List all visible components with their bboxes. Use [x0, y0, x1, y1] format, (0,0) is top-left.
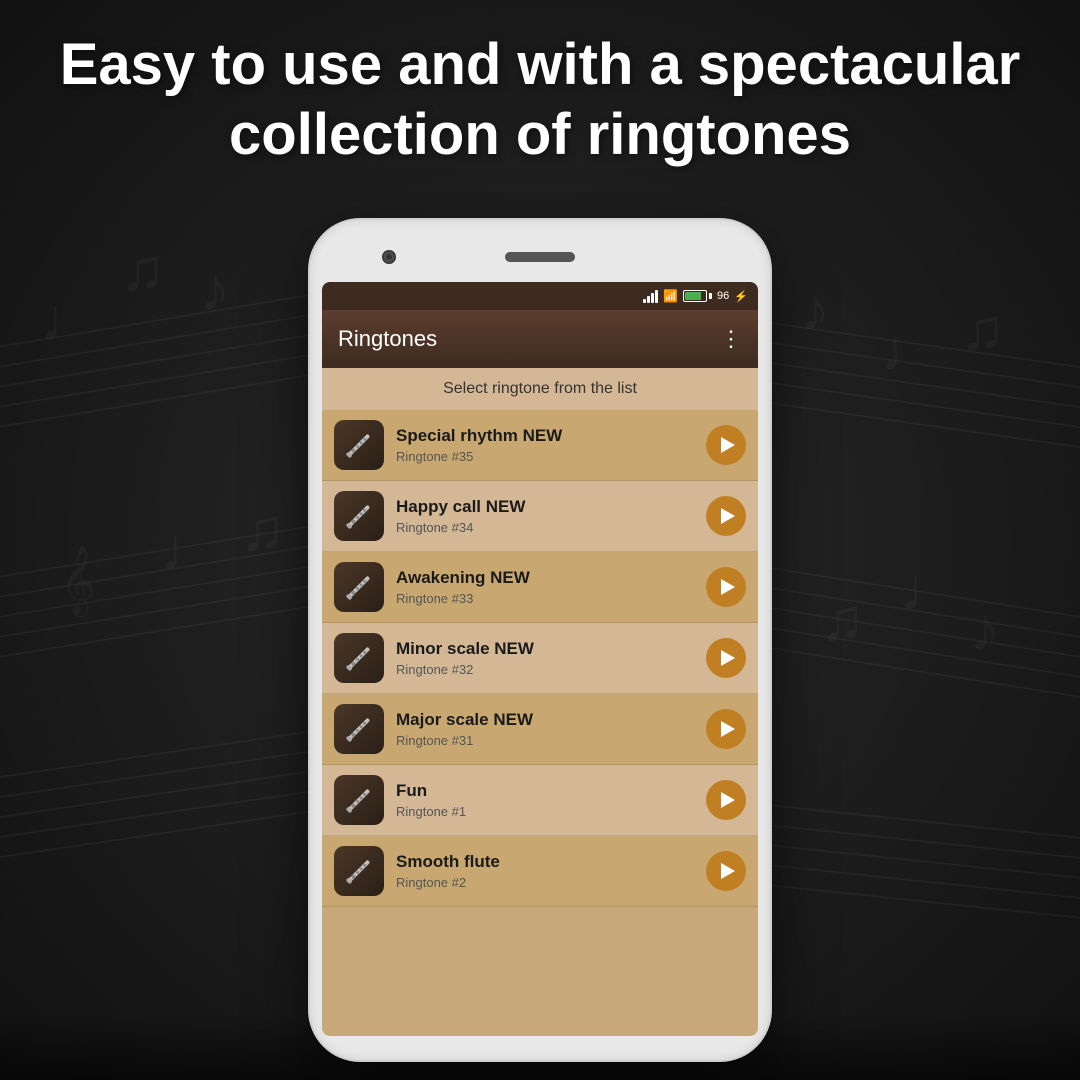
play-button[interactable] [706, 780, 746, 820]
ringtone-info: Major scale NEW Ringtone #31 [396, 710, 694, 748]
play-triangle-icon [721, 508, 735, 524]
play-button[interactable] [706, 851, 746, 891]
ringtone-item[interactable]: Minor scale NEW Ringtone #32 [322, 623, 758, 694]
signal-bars-icon [643, 289, 658, 303]
ringtone-number: Ringtone #2 [396, 875, 694, 890]
ringtone-name: Fun [396, 781, 694, 801]
ringtone-icon [334, 846, 384, 896]
svg-text:♫: ♫ [240, 497, 285, 563]
ringtone-number: Ringtone #32 [396, 662, 694, 677]
play-button[interactable] [706, 709, 746, 749]
ringtone-number: Ringtone #33 [396, 591, 694, 606]
ringtone-item[interactable]: Special rhythm NEW Ringtone #35 [322, 410, 758, 481]
ringtone-item[interactable]: Awakening NEW Ringtone #33 [322, 552, 758, 623]
ringtone-item[interactable]: Happy call NEW Ringtone #34 [322, 481, 758, 552]
svg-text:♪: ♪ [800, 277, 830, 343]
play-triangle-icon [721, 721, 735, 737]
svg-text:♪: ♪ [970, 597, 1000, 663]
play-button[interactable] [706, 567, 746, 607]
ringtone-info: Special rhythm NEW Ringtone #35 [396, 426, 694, 464]
ringtone-name: Awakening NEW [396, 568, 694, 588]
phone-speaker [505, 252, 575, 262]
ringtone-number: Ringtone #35 [396, 449, 694, 464]
ringtone-number: Ringtone #31 [396, 733, 694, 748]
battery-fill [685, 292, 701, 300]
charging-icon: ⚡ [734, 290, 748, 303]
ringtone-number: Ringtone #34 [396, 520, 694, 535]
ringtone-item[interactable]: Major scale NEW Ringtone #31 [322, 694, 758, 765]
svg-text:𝄞: 𝄞 [60, 546, 95, 617]
play-triangle-icon [721, 863, 735, 879]
ringtone-icon [334, 633, 384, 683]
svg-text:♫: ♫ [960, 297, 1005, 363]
ringtone-name: Minor scale NEW [396, 639, 694, 659]
wifi-icon: 📶 [663, 289, 678, 303]
phone-screen: 📶 96 ⚡ Ringtones ⋮ Select ringtone [322, 282, 758, 1036]
ringtone-info: Minor scale NEW Ringtone #32 [396, 639, 694, 677]
play-triangle-icon [721, 437, 735, 453]
phone-top [322, 232, 758, 282]
ringtone-icon [334, 704, 384, 754]
status-icons: 📶 96 ⚡ [643, 289, 748, 303]
ringtone-info: Fun Ringtone #1 [396, 781, 694, 819]
svg-text:♩: ♩ [40, 287, 100, 353]
list-subtitle: Select ringtone from the list [322, 368, 758, 410]
app-title: Ringtones [338, 326, 437, 352]
ringtone-name: Major scale NEW [396, 710, 694, 730]
phone-camera [382, 250, 396, 264]
app-bar: Ringtones ⋮ [322, 310, 758, 368]
signal-bar-1 [643, 299, 646, 303]
ringtone-name: Smooth flute [396, 852, 694, 872]
svg-text:♩: ♩ [160, 517, 220, 583]
ringtone-info: Happy call NEW Ringtone #34 [396, 497, 694, 535]
play-triangle-icon [721, 792, 735, 808]
play-triangle-icon [721, 579, 735, 595]
phone-body: 📶 96 ⚡ Ringtones ⋮ Select ringtone [310, 220, 770, 1060]
ringtone-name: Special rhythm NEW [396, 426, 694, 446]
svg-text:♫: ♫ [820, 587, 865, 653]
status-bar: 📶 96 ⚡ [322, 282, 758, 310]
play-button[interactable] [706, 638, 746, 678]
ringtone-icon [334, 775, 384, 825]
play-button[interactable] [706, 425, 746, 465]
battery-percent: 96 [717, 290, 729, 302]
header-line2: collection of ringtones [40, 100, 1040, 170]
signal-bar-4 [655, 290, 658, 303]
ringtone-name: Happy call NEW [396, 497, 694, 517]
ringtone-info: Smooth flute Ringtone #2 [396, 852, 694, 890]
ringtone-info: Awakening NEW Ringtone #33 [396, 568, 694, 606]
signal-bar-3 [651, 293, 654, 303]
ringtone-icon [334, 491, 384, 541]
svg-text:♫: ♫ [120, 237, 165, 303]
play-triangle-icon [721, 650, 735, 666]
header-text: Easy to use and with a spectacular colle… [0, 30, 1080, 169]
phone-mockup: 📶 96 ⚡ Ringtones ⋮ Select ringtone [310, 220, 770, 1060]
play-button[interactable] [706, 496, 746, 536]
ringtone-number: Ringtone #1 [396, 804, 694, 819]
ringtone-list: Special rhythm NEW Ringtone #35 [322, 410, 758, 907]
header-line1: Easy to use and with a spectacular [40, 30, 1040, 100]
svg-text:♪: ♪ [200, 257, 230, 323]
battery-tip [709, 293, 712, 299]
ringtone-icon [334, 420, 384, 470]
overflow-menu-button[interactable]: ⋮ [720, 326, 742, 352]
ringtone-item[interactable]: Smooth flute Ringtone #2 [322, 836, 758, 907]
ringtone-item[interactable]: Fun Ringtone #1 [322, 765, 758, 836]
ringtone-icon [334, 562, 384, 612]
signal-bar-2 [647, 296, 650, 303]
svg-text:♩: ♩ [880, 317, 940, 383]
battery-body [683, 290, 707, 302]
battery-indicator [683, 290, 712, 302]
svg-text:♩: ♩ [900, 557, 960, 623]
